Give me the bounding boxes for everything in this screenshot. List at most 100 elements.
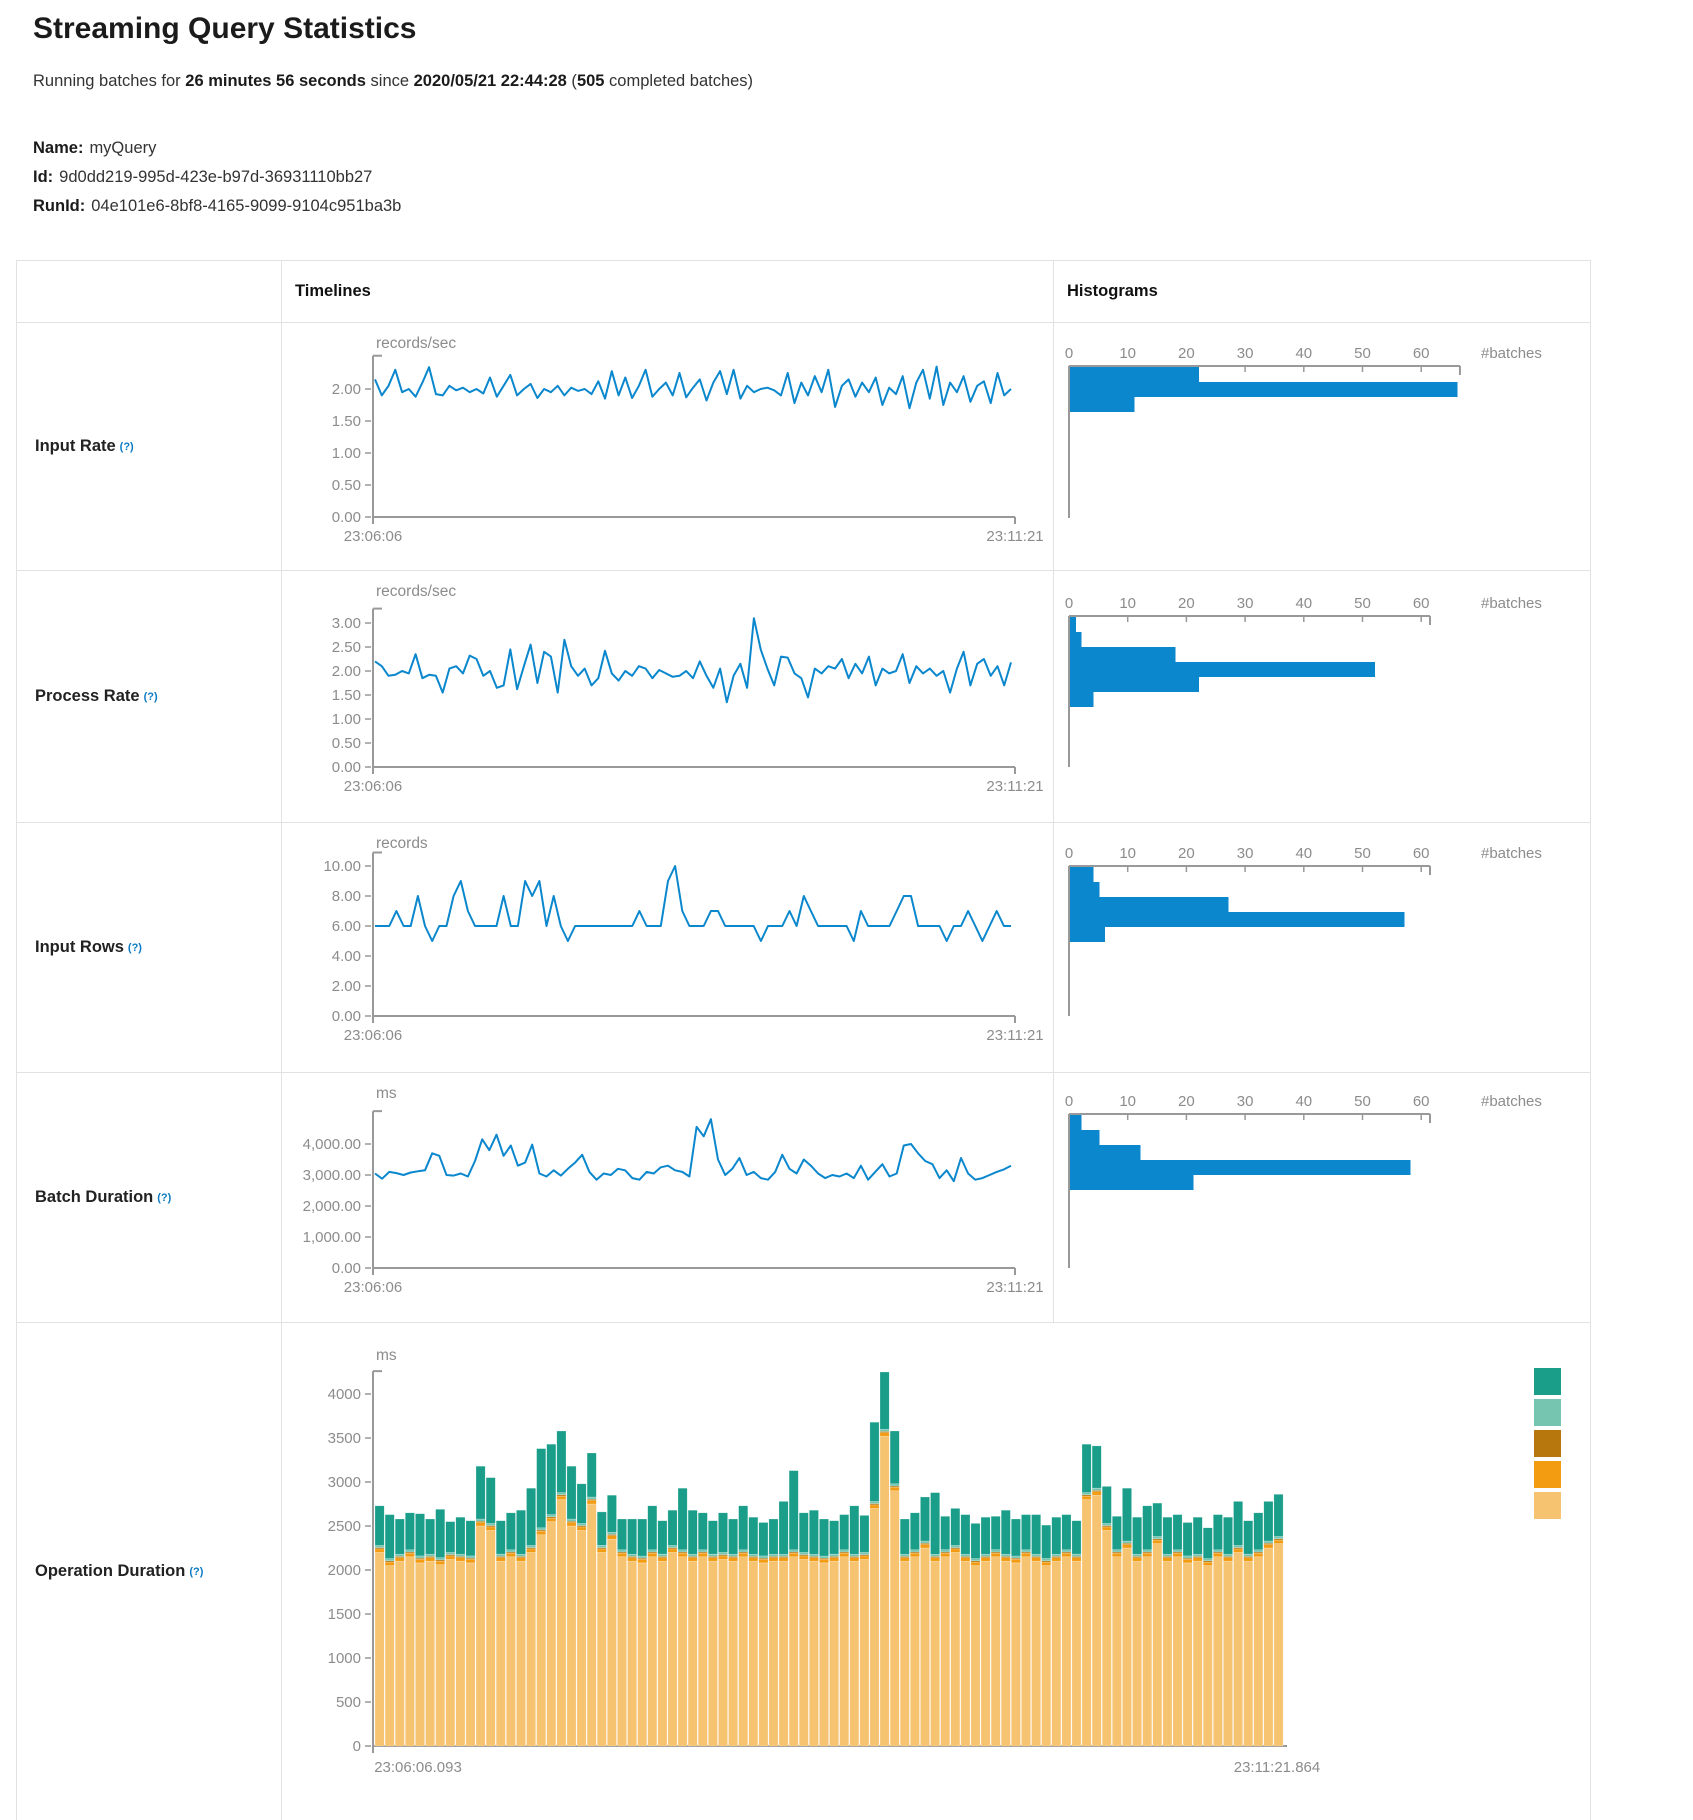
legend-swatch-light-teal: [1534, 1399, 1561, 1426]
legend-swatch-light-orange: [1534, 1492, 1561, 1519]
batch-duration-row: Batch Duration(?) ms4,000.003,000.002,00…: [17, 1073, 1590, 1323]
batch-duration-timeline-chart: 4,000.003,000.002,000.001,000.000.0023:0…: [282, 1073, 1053, 1322]
svg-text:23:11:21.864: 23:11:21.864: [1234, 1759, 1320, 1776]
svg-text:40: 40: [1295, 595, 1312, 612]
input-rows-label: Input Rows: [35, 938, 124, 957]
input-rows-help-icon[interactable]: (?): [128, 942, 142, 954]
svg-text:40: 40: [1295, 345, 1312, 362]
svg-text:3,000.00: 3,000.00: [303, 1167, 361, 1184]
corner-cell: [17, 261, 282, 322]
query-id-line: Id: 9d0dd219-995d-423e-b97d-36931110bb27: [33, 163, 401, 192]
svg-text:40: 40: [1295, 1093, 1312, 1110]
batch-duration-label-cell: Batch Duration (?): [17, 1073, 282, 1322]
svg-text:#batches: #batches: [1481, 595, 1542, 612]
svg-text:#batches: #batches: [1481, 345, 1542, 362]
svg-text:0: 0: [1065, 1093, 1073, 1110]
svg-text:1.00: 1.00: [332, 445, 361, 462]
input-rows-timeline-chart: 10.008.006.004.002.000.0023:06:0623:11:2…: [282, 823, 1053, 1072]
svg-text:3000: 3000: [328, 1474, 361, 1491]
svg-text:0: 0: [1065, 845, 1073, 862]
runid-label: RunId:: [33, 197, 85, 215]
batch-duration-help-icon[interactable]: (?): [157, 1192, 171, 1204]
svg-text:1.50: 1.50: [332, 413, 361, 430]
svg-text:23:11:21: 23:11:21: [986, 1027, 1043, 1044]
id-label: Id:: [33, 168, 53, 186]
svg-text:10: 10: [1119, 345, 1136, 362]
svg-text:23:11:21: 23:11:21: [986, 778, 1043, 795]
input-rate-label: Input Rate: [35, 437, 116, 456]
svg-text:0.00: 0.00: [332, 1260, 361, 1277]
svg-text:4.00: 4.00: [332, 948, 361, 965]
statistics-table: Timelines Histograms Input Rate(?) recor…: [16, 260, 1591, 1820]
process-rate-label-cell: Process Rate (?): [17, 571, 282, 822]
svg-text:60: 60: [1413, 845, 1430, 862]
svg-text:20: 20: [1178, 1093, 1195, 1110]
id-value: 9d0dd219-995d-423e-b97d-36931110bb27: [59, 168, 372, 186]
histograms-header-cell: Histograms: [1054, 261, 1590, 322]
svg-text:3500: 3500: [328, 1430, 361, 1447]
operation-duration-label-cell: Operation Duration (?): [17, 1323, 282, 1820]
svg-text:#batches: #batches: [1481, 845, 1542, 862]
input-rate-histogram-chart: 0102030405060#batches: [1054, 323, 1590, 570]
svg-text:20: 20: [1178, 845, 1195, 862]
process-rate-histogram-chart: 0102030405060#batches: [1054, 571, 1590, 822]
svg-text:2.50: 2.50: [332, 639, 361, 656]
svg-text:0.50: 0.50: [332, 735, 361, 752]
batch-duration-label: Batch Duration: [35, 1188, 153, 1207]
svg-text:30: 30: [1237, 1093, 1254, 1110]
process-rate-row: Process Rate(?) records/sec3.002.502.001…: [17, 571, 1590, 823]
svg-text:0: 0: [1065, 345, 1073, 362]
process-rate-help-icon[interactable]: (?): [144, 691, 158, 703]
svg-text:10: 10: [1119, 595, 1136, 612]
svg-text:2,000.00: 2,000.00: [303, 1198, 361, 1215]
running-mid: since: [366, 72, 414, 90]
timelines-header: Timelines: [282, 282, 371, 301]
svg-text:2.00: 2.00: [332, 978, 361, 995]
svg-text:50: 50: [1354, 345, 1371, 362]
input-rate-timeline-cell: records/sec2.001.501.000.500.0023:06:062…: [282, 323, 1054, 570]
runid-value: 04e101e6-8bf8-4165-9099-9104c951ba3b: [91, 197, 401, 215]
svg-text:60: 60: [1413, 1093, 1430, 1110]
svg-text:2000: 2000: [328, 1562, 361, 1579]
svg-text:23:06:06.093: 23:06:06.093: [374, 1759, 462, 1776]
svg-text:1.00: 1.00: [332, 711, 361, 728]
running-paren: (: [567, 72, 577, 90]
operation-duration-help-icon[interactable]: (?): [189, 1566, 203, 1578]
operation-duration-stacked-chart: 4000350030002500200015001000500023:06:06…: [282, 1323, 1590, 1820]
svg-text:10: 10: [1119, 845, 1136, 862]
svg-text:23:11:21: 23:11:21: [986, 1279, 1043, 1296]
input-rate-label-cell: Input Rate (?): [17, 323, 282, 570]
operation-duration-chart-cell: ms4000350030002500200015001000500023:06:…: [282, 1323, 1590, 1820]
input-rows-label-cell: Input Rows (?): [17, 823, 282, 1072]
input-rate-histogram-cell: 0102030405060#batches: [1054, 323, 1590, 570]
svg-text:20: 20: [1178, 345, 1195, 362]
name-label: Name:: [33, 139, 83, 157]
query-meta: Name:myQuery Id: 9d0dd219-995d-423e-b97d-…: [33, 134, 401, 221]
batch-duration-histogram-cell: 0102030405060#batches: [1054, 1073, 1590, 1322]
svg-text:8.00: 8.00: [332, 888, 361, 905]
svg-text:30: 30: [1237, 595, 1254, 612]
operation-duration-row: Operation Duration(?) ms4000350030002500…: [17, 1323, 1590, 1820]
running-start-time: 2020/05/21 22:44:28: [414, 72, 567, 90]
svg-text:1000: 1000: [328, 1650, 361, 1667]
svg-text:0.50: 0.50: [332, 477, 361, 494]
operation-duration-label: Operation Duration: [35, 1562, 185, 1581]
input-rate-help-icon[interactable]: (?): [120, 441, 134, 453]
svg-text:30: 30: [1237, 345, 1254, 362]
svg-text:0.00: 0.00: [332, 759, 361, 776]
svg-text:30: 30: [1237, 845, 1254, 862]
svg-text:20: 20: [1178, 595, 1195, 612]
svg-text:50: 50: [1354, 595, 1371, 612]
process-rate-label: Process Rate: [35, 687, 140, 706]
svg-text:23:06:06: 23:06:06: [344, 528, 402, 545]
svg-text:1.50: 1.50: [332, 687, 361, 704]
completed-batches-count: 505: [577, 72, 605, 90]
process-rate-histogram-cell: 0102030405060#batches: [1054, 571, 1590, 822]
running-batches-line: Running batches for 26 minutes 56 second…: [33, 72, 753, 91]
input-rows-row: Input Rows(?) records10.008.006.004.002.…: [17, 823, 1590, 1073]
svg-text:23:06:06: 23:06:06: [344, 1279, 402, 1296]
input-rows-timeline-cell: records10.008.006.004.002.000.0023:06:06…: [282, 823, 1054, 1072]
running-duration: 26 minutes 56 seconds: [185, 72, 366, 90]
query-name-line: Name:myQuery: [33, 134, 401, 163]
svg-text:3.00: 3.00: [332, 615, 361, 632]
